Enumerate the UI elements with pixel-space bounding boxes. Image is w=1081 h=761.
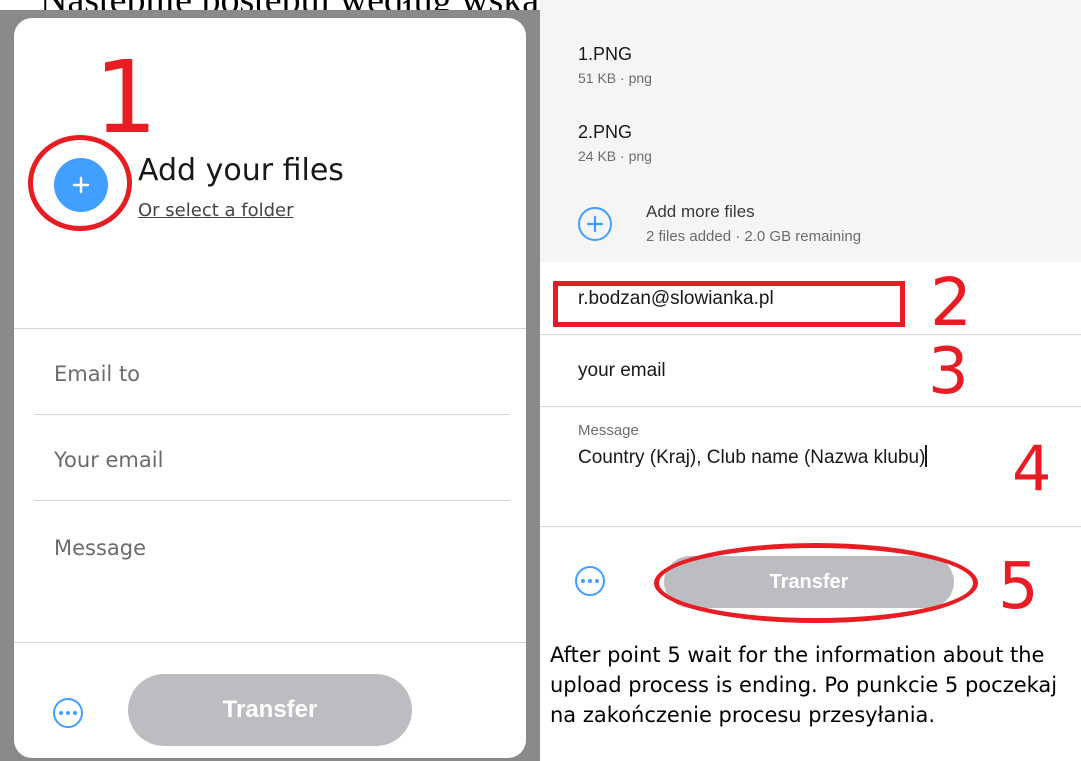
instructions-text: After point 5 wait for the information a… xyxy=(550,643,1058,727)
add-files-title: Add your files xyxy=(138,153,344,188)
annotation-4: 4 xyxy=(1012,432,1052,505)
your-email-field[interactable]: Your email xyxy=(54,448,163,472)
divider xyxy=(14,328,526,329)
email-to-field[interactable]: Email to xyxy=(54,362,140,386)
files-status: 2 files added · 2.0 GB remaining xyxy=(646,228,862,245)
text-caret xyxy=(925,445,928,467)
more-options-icon[interactable] xyxy=(575,566,605,596)
left-screenshot: Add your files Or select a folder Email … xyxy=(0,10,540,761)
add-more-plus-icon[interactable] xyxy=(578,207,612,241)
divider xyxy=(540,406,1081,407)
upload-card: Add your files Or select a folder Email … xyxy=(14,18,526,758)
divider xyxy=(540,526,1081,527)
annotation-5-ring xyxy=(654,543,978,623)
file-list: 1.PNG 51 KB · png 2.PNG 24 KB · png Add … xyxy=(540,0,1081,262)
message-label: Message xyxy=(578,422,639,439)
divider xyxy=(14,642,526,643)
annotation-3: 3 xyxy=(928,335,969,409)
annotation-2-box xyxy=(553,281,905,327)
file-item[interactable]: 2.PNG 24 KB · png xyxy=(578,122,652,164)
annotation-1-ring xyxy=(28,135,132,231)
transfer-button[interactable]: Transfer xyxy=(128,674,412,746)
file-item[interactable]: 1.PNG 51 KB · png xyxy=(578,44,652,86)
divider xyxy=(540,334,1081,335)
divider xyxy=(34,414,510,415)
right-screenshot: 1.PNG 51 KB · png 2.PNG 24 KB · png Add … xyxy=(540,0,1081,761)
annotation-1: 1 xyxy=(94,39,158,156)
message-input[interactable]: Country (Kraj), Club name (Nazwa klubu) xyxy=(578,445,978,470)
annotation-5: 5 xyxy=(998,550,1039,624)
message-field[interactable]: Message xyxy=(54,536,146,560)
more-options-icon[interactable] xyxy=(53,698,83,728)
annotation-2: 2 xyxy=(930,264,972,341)
your-email-input[interactable]: your email xyxy=(578,360,666,382)
add-more-files-link[interactable]: Add more files xyxy=(646,202,755,222)
divider xyxy=(34,500,510,501)
select-folder-link[interactable]: Or select a folder xyxy=(138,200,294,221)
